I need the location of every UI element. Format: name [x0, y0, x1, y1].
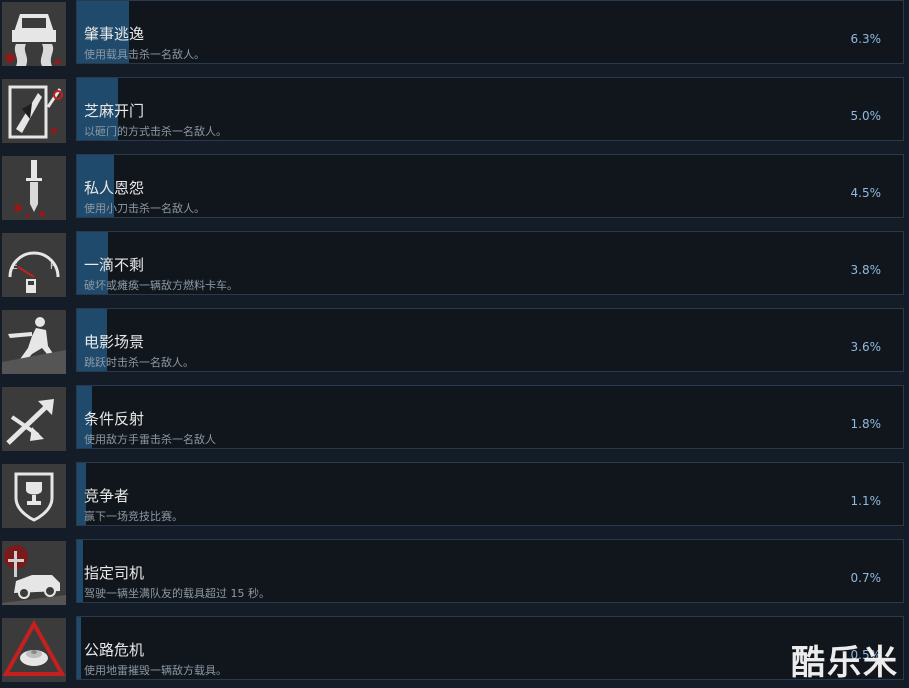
achievement-percent: 6.3%	[850, 32, 882, 46]
landmine-icon	[2, 618, 66, 682]
car-crash-icon	[2, 2, 66, 66]
achievement-card: 条件反射 使用敌方手雷击杀一名敌人 1.8%	[76, 385, 904, 449]
achievement-row[interactable]: 芝麻开门 以砸门的方式击杀一名敌人。 5.0%	[0, 77, 909, 145]
achievement-description: 使用载具击杀一名敌人。	[84, 48, 205, 61]
achievement-row[interactable]: 私人恩怨 使用小刀击杀一名敌人。 4.5%	[0, 154, 909, 222]
achievement-title: 一滴不剩	[84, 256, 145, 274]
achievement-title: 指定司机	[84, 564, 145, 582]
achievement-card: 芝麻开门 以砸门的方式击杀一名敌人。 5.0%	[76, 77, 904, 141]
achievement-description: 驾驶一辆坐满队友的载具超过 15 秒。	[84, 587, 270, 600]
achievement-description: 使用小刀击杀一名敌人。	[84, 202, 205, 215]
achievement-percent: 1.1%	[850, 494, 882, 508]
svg-text:E: E	[12, 262, 18, 272]
progress-fill	[77, 617, 82, 679]
achievement-title: 条件反射	[84, 410, 145, 428]
achievement-percent: 3.8%	[850, 263, 882, 277]
achievement-card: 公路危机 使用地雷摧毁一辆敌方载具。 0.5%	[76, 616, 904, 680]
achievement-card: 一滴不剩 破坏或瘫痪一辆敌方燃料卡车。 3.8%	[76, 231, 904, 295]
achievement-row[interactable]: 条件反射 使用敌方手雷击杀一名敌人 1.8%	[0, 385, 909, 453]
trophy-icon	[2, 464, 66, 528]
achievement-card: 指定司机 驾驶一辆坐满队友的载具超过 15 秒。 0.7%	[76, 539, 904, 603]
achievement-description: 破坏或瘫痪一辆敌方燃料卡车。	[84, 279, 238, 292]
watermark-logo: 酷乐米	[791, 643, 899, 683]
achievement-row[interactable]: 肇事逃逸 使用载具击杀一名敌人。 6.3%	[0, 0, 909, 68]
achievement-title: 电影场景	[84, 333, 145, 351]
achievement-percent: 1.8%	[850, 417, 882, 431]
knife-icon	[2, 156, 66, 220]
achievement-list: 肇事逃逸 使用载具击杀一名敌人。 6.3% 芝麻开门 以砸门的方式击杀一名敌人。…	[0, 0, 909, 688]
grenade-return-icon	[2, 387, 66, 451]
jumping-soldier-icon	[2, 310, 66, 374]
achievement-description: 赢下一场竞技比赛。	[84, 510, 183, 523]
achievement-description: 使用地雷摧毁一辆敌方载具。	[84, 664, 227, 677]
achievement-card: 肇事逃逸 使用载具击杀一名敌人。 6.3%	[76, 0, 904, 64]
achievement-title: 肇事逃逸	[84, 25, 145, 43]
achievement-description: 使用敌方手雷击杀一名敌人	[84, 433, 216, 446]
achievement-card: 私人恩怨 使用小刀击杀一名敌人。 4.5%	[76, 154, 904, 218]
achievement-description: 以砸门的方式击杀一名敌人。	[84, 125, 227, 138]
door-breach-icon	[2, 79, 66, 143]
achievement-percent: 3.6%	[850, 340, 882, 354]
achievement-title: 竞争者	[84, 487, 130, 505]
achievement-percent: 5.0%	[850, 109, 882, 123]
achievement-description: 跳跃时击杀一名敌人。	[84, 356, 194, 369]
progress-fill	[77, 540, 83, 602]
achievement-row[interactable]: 电影场景 跳跃时击杀一名敌人。 3.6%	[0, 308, 909, 376]
fuel-gauge-icon: E F	[2, 233, 66, 297]
achievement-row[interactable]: 公路危机 使用地雷摧毁一辆敌方载具。 0.5%	[0, 616, 909, 684]
achievement-row[interactable]: 指定司机 驾驶一辆坐满队友的载具超过 15 秒。 0.7%	[0, 539, 909, 607]
achievement-percent: 0.7%	[850, 571, 882, 585]
truck-icon	[2, 541, 66, 605]
svg-text:F: F	[50, 262, 55, 272]
achievement-title: 公路危机	[84, 641, 145, 659]
achievement-card: 竞争者 赢下一场竞技比赛。 1.1%	[76, 462, 904, 526]
achievement-title: 芝麻开门	[84, 102, 145, 120]
achievement-row[interactable]: E F 一滴不剩 破坏或瘫痪一辆敌方燃料卡车。 3.8%	[0, 231, 909, 299]
achievement-percent: 4.5%	[850, 186, 882, 200]
achievement-row[interactable]: 竞争者 赢下一场竞技比赛。 1.1%	[0, 462, 909, 530]
achievement-card: 电影场景 跳跃时击杀一名敌人。 3.6%	[76, 308, 904, 372]
achievement-title: 私人恩怨	[84, 179, 145, 197]
